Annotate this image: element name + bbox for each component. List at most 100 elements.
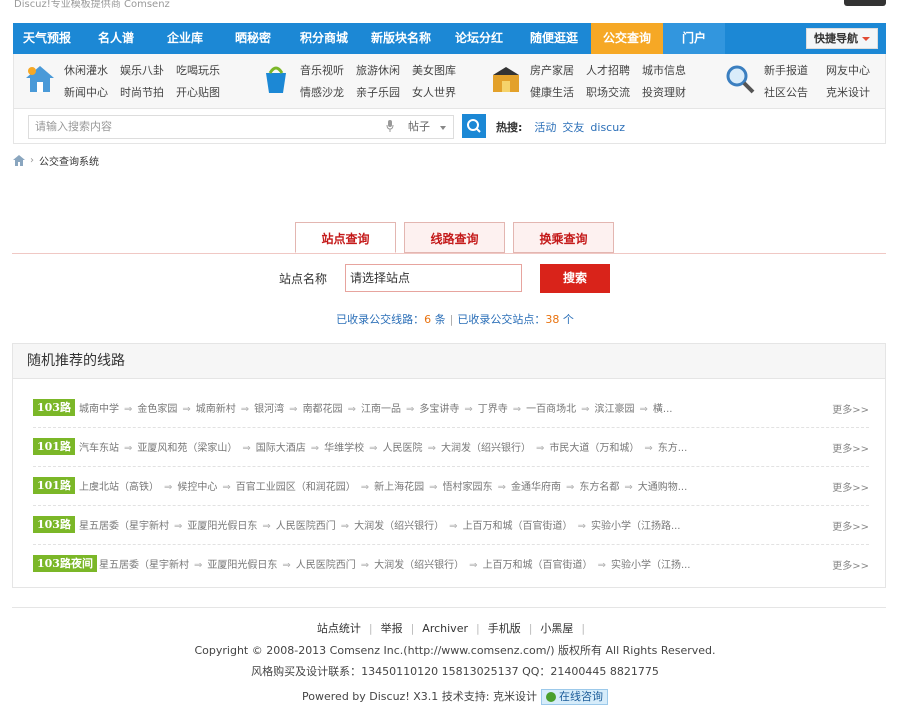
subnav-link[interactable]: 娱乐八卦: [120, 62, 164, 78]
route-stop[interactable]: 亚厦阳光假日东: [207, 560, 277, 571]
nav-item[interactable]: 天气预报: [13, 23, 81, 54]
subnav-link[interactable]: 健康生活: [530, 84, 574, 100]
more-link[interactable]: 更多>>: [832, 518, 869, 533]
tab-transfer-query[interactable]: 换乘查询: [513, 222, 614, 253]
nav-item[interactable]: 积分商城: [287, 23, 361, 54]
subnav-link[interactable]: 情感沙龙: [300, 84, 344, 100]
route-badge[interactable]: 103路: [33, 399, 75, 416]
quick-nav-button[interactable]: 快捷导航: [806, 28, 878, 49]
subnav-link[interactable]: 旅游休闲: [356, 62, 400, 78]
subnav-link[interactable]: 克米设计: [826, 84, 870, 100]
route-stop[interactable]: 人民医院西门: [296, 560, 356, 571]
search-input[interactable]: 请输入搜索内容: [28, 115, 415, 139]
route-stop[interactable]: 人民医院: [383, 443, 423, 454]
route-stop[interactable]: 多宝讲寺: [419, 404, 459, 415]
nav-item[interactable]: 论坛分红: [441, 23, 517, 54]
route-stop[interactable]: 华维学校: [324, 443, 364, 454]
online-consult-button[interactable]: 在线咨询: [540, 689, 608, 705]
route-stop[interactable]: 大通购物...: [638, 482, 688, 493]
route-stop[interactable]: 市民大道（万和城）: [549, 443, 639, 454]
subnav-link[interactable]: 投资理财: [642, 84, 686, 100]
subnav-link[interactable]: 开心贴图: [176, 84, 220, 100]
top-right-button[interactable]: [844, 0, 886, 6]
more-link[interactable]: 更多>>: [832, 401, 869, 416]
route-stop[interactable]: 亚厦阳光假日东: [187, 521, 257, 532]
route-stop[interactable]: 上虞北站（高铁）: [79, 482, 159, 493]
subnav-link[interactable]: 新手报道: [764, 62, 808, 78]
nav-item[interactable]: 名人谱: [81, 23, 151, 54]
nav-item[interactable]: 晒秘密: [219, 23, 287, 54]
search-type-select[interactable]: 帖子: [402, 115, 454, 139]
route-stop[interactable]: 亚厦风和苑（梁家山）: [137, 443, 237, 454]
hot-search-item[interactable]: discuz: [590, 121, 625, 134]
route-stop[interactable]: 百官工业园区（和润花园）: [236, 482, 356, 493]
route-stop[interactable]: 星五居委（星宇新村: [79, 521, 169, 532]
route-badge[interactable]: 101路: [33, 477, 75, 494]
route-stop[interactable]: 悟村家园东: [443, 482, 493, 493]
route-stop[interactable]: 城南新村: [196, 404, 236, 415]
route-stop[interactable]: 东方...: [658, 443, 688, 454]
subnav-link[interactable]: 亲子乐园: [356, 84, 400, 100]
route-stop[interactable]: 实验小学（江扬路...: [591, 521, 681, 532]
station-input[interactable]: 请选择站点: [345, 264, 522, 292]
subnav-link[interactable]: 美女图库: [412, 62, 456, 78]
route-stop[interactable]: 滨江豪园: [595, 404, 635, 415]
route-badge[interactable]: 101路: [33, 438, 75, 455]
route-badge[interactable]: 103路夜间: [33, 555, 97, 572]
nav-item[interactable]: 新版块名称: [361, 23, 441, 54]
route-stop[interactable]: 汽车东站: [79, 443, 119, 454]
route-badge[interactable]: 103路: [33, 516, 75, 533]
subnav-link[interactable]: 女人世界: [412, 84, 456, 100]
subnav-link[interactable]: 人才招聘: [586, 62, 630, 78]
route-stop[interactable]: 候控中心: [177, 482, 217, 493]
route-stop[interactable]: 上百万和城（百官街道）: [483, 560, 593, 571]
route-stop[interactable]: 大润发（绍兴银行）: [374, 560, 464, 571]
route-stop[interactable]: 上百万和城（百官街道）: [463, 521, 573, 532]
footer-link[interactable]: 举报: [381, 622, 403, 635]
nav-item[interactable]: 公交查询: [591, 23, 663, 54]
route-stop[interactable]: 国际大酒店: [256, 443, 306, 454]
subnav-link[interactable]: 时尚节拍: [120, 84, 164, 100]
hot-search-item[interactable]: 活动: [534, 121, 556, 134]
route-stop[interactable]: 东方名都: [579, 482, 619, 493]
breadcrumb-current[interactable]: 公交查询系统: [39, 153, 99, 168]
subnav-link[interactable]: 房产家居: [530, 62, 574, 78]
subnav-link[interactable]: 职场交流: [586, 84, 630, 100]
route-stop[interactable]: 新上海花园: [374, 482, 424, 493]
nav-item[interactable]: 企业库: [151, 23, 219, 54]
more-link[interactable]: 更多>>: [832, 557, 869, 572]
route-stop[interactable]: 一百商场北: [526, 404, 576, 415]
more-link[interactable]: 更多>>: [832, 440, 869, 455]
tab-station-query[interactable]: 站点查询: [295, 222, 396, 253]
search-submit-button[interactable]: 搜索: [540, 264, 610, 293]
route-stop[interactable]: 人民医院西门: [276, 521, 336, 532]
route-stop[interactable]: 南都花园: [303, 404, 343, 415]
microphone-icon[interactable]: [386, 120, 394, 132]
hot-search-item[interactable]: 交友: [562, 121, 584, 134]
route-stop[interactable]: 城南中学: [79, 404, 119, 415]
subnav-link[interactable]: 网友中心: [826, 62, 870, 78]
subnav-link[interactable]: 吃喝玩乐: [176, 62, 220, 78]
subnav-link[interactable]: 休闲灌水: [64, 62, 108, 78]
subnav-link[interactable]: 社区公告: [764, 84, 808, 100]
route-stop[interactable]: 大润发（绍兴银行）: [441, 443, 531, 454]
route-stop[interactable]: 金色家园: [137, 404, 177, 415]
footer-link[interactable]: 站点统计: [317, 622, 361, 635]
subnav-link[interactable]: 新闻中心: [64, 84, 108, 100]
route-stop[interactable]: 金通华府南: [511, 482, 561, 493]
route-stop[interactable]: 银河湾: [254, 404, 284, 415]
nav-item[interactable]: 门户: [663, 23, 725, 54]
route-stop[interactable]: 星五居委（星宇新村: [99, 560, 189, 571]
route-stop[interactable]: 橫...: [653, 404, 673, 415]
tab-route-query[interactable]: 线路查询: [404, 222, 505, 253]
route-stop[interactable]: 丁界寺: [478, 404, 508, 415]
nav-item[interactable]: 随便逛逛: [517, 23, 591, 54]
route-stop[interactable]: 大润发（绍兴银行）: [354, 521, 444, 532]
home-icon[interactable]: [13, 155, 25, 166]
footer-link[interactable]: Archiver: [422, 622, 468, 635]
route-stop[interactable]: 实验小学（江扬...: [611, 560, 691, 571]
footer-link[interactable]: 手机版: [488, 622, 521, 635]
subnav-link[interactable]: 音乐视听: [300, 62, 344, 78]
footer-link[interactable]: 小黑屋: [540, 622, 573, 635]
subnav-link[interactable]: 城市信息: [642, 62, 686, 78]
